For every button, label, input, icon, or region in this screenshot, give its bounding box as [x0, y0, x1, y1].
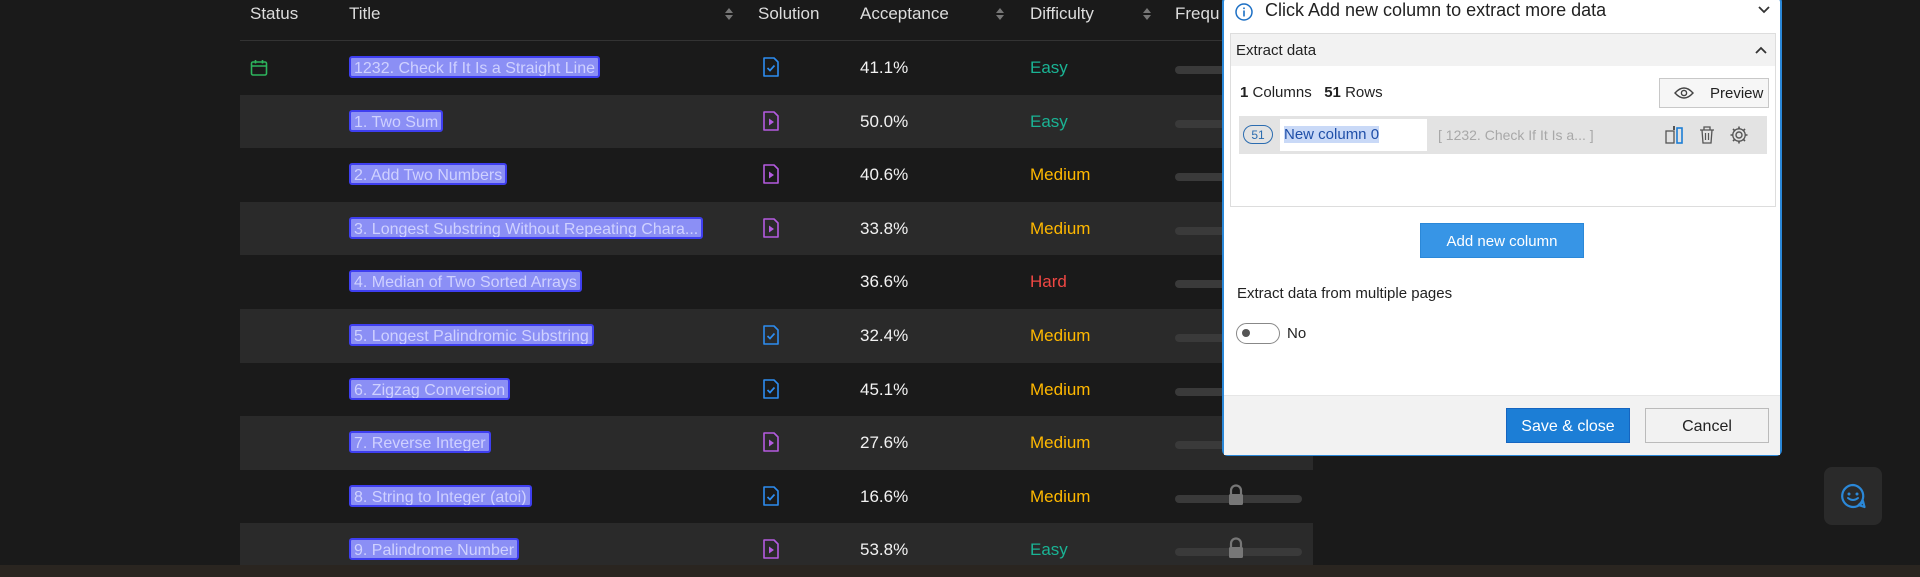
header-difficulty[interactable]: Difficulty — [1030, 4, 1094, 24]
eye-icon — [1674, 87, 1694, 99]
table-row[interactable]: 3. Longest Substring Without Repeating C… — [240, 201, 1313, 256]
video-solution-icon[interactable] — [762, 539, 780, 564]
extract-data-section: Extract data 1 Columns 51 Rows Preview 5… — [1230, 33, 1776, 207]
sort-icon[interactable] — [724, 6, 734, 22]
problem-title-link[interactable]: 6. Zigzag Conversion — [349, 377, 511, 400]
acceptance-rate: 27.6% — [860, 433, 909, 453]
problem-table: Status Title Solution Acceptance Difficu… — [240, 0, 1313, 577]
difficulty-label: Easy — [1030, 540, 1068, 560]
acceptance-rate: 50.0% — [860, 111, 909, 131]
preview-button[interactable]: Preview — [1659, 78, 1769, 108]
table-row[interactable]: 8. String to Integer (atoi) 16.6% Medium — [240, 470, 1313, 524]
acceptance-rate: 40.6% — [860, 165, 909, 185]
column-row[interactable]: 51 New column 0 [ 1232. Check If It Is a… — [1239, 116, 1767, 154]
columns-label: Columns — [1252, 84, 1312, 101]
difficulty-label: Medium — [1030, 433, 1091, 453]
problem-title-link[interactable]: 5. Longest Palindromic Substring — [349, 324, 594, 346]
lock-icon — [1226, 537, 1246, 564]
header-frequency[interactable]: Frequ — [1175, 4, 1219, 24]
acceptance-rate: 53.8% — [860, 540, 909, 560]
calendar-icon — [250, 59, 268, 82]
problem-title-link[interactable]: 4. Median of Two Sorted Arrays — [349, 270, 582, 293]
columns-count: 1 — [1240, 84, 1249, 101]
chat-button[interactable] — [1824, 467, 1882, 525]
video-solution-icon[interactable] — [762, 110, 780, 136]
add-new-column-button[interactable]: Add new column — [1420, 223, 1584, 258]
problem-title-link[interactable]: 7. Reverse Integer — [349, 431, 491, 454]
rows-count: 51 — [1324, 84, 1341, 101]
acceptance-rate: 33.8% — [860, 218, 909, 238]
problem-title-link[interactable]: 2. Add Two Numbers — [349, 163, 508, 186]
table-row[interactable]: 4. Median of Two Sorted Arrays 36.6% Hard — [240, 255, 1313, 309]
toggle-knob — [1242, 329, 1250, 337]
table-row[interactable]: 6. Zigzag Conversion 45.1% Medium — [240, 363, 1313, 417]
sort-icon[interactable] — [1142, 6, 1152, 22]
header-solution[interactable]: Solution — [758, 4, 819, 24]
video-solution-icon[interactable] — [762, 164, 780, 189]
column-count-badge: 51 — [1243, 125, 1273, 144]
article-solution-icon[interactable] — [762, 485, 780, 511]
difficulty-label: Medium — [1030, 379, 1091, 399]
column-name-input[interactable]: New column 0 — [1280, 119, 1427, 151]
table-header: Status Title Solution Acceptance Difficu… — [240, 0, 1313, 41]
info-text: Click Add new column to extract more dat… — [1265, 0, 1607, 20]
problem-title-link[interactable]: 3. Longest Substring Without Repeating C… — [349, 216, 704, 239]
save-close-button[interactable]: Save & close — [1506, 408, 1630, 443]
problem-title-link[interactable]: 1. Two Sum — [349, 109, 444, 132]
video-solution-icon[interactable] — [762, 432, 780, 457]
extract-data-dialog: Click Add new column to extract more dat… — [1222, 0, 1782, 456]
chevron-down-icon[interactable] — [1756, 2, 1772, 18]
gear-icon[interactable] — [1729, 125, 1749, 145]
trash-icon[interactable] — [1697, 125, 1717, 145]
acceptance-rate: 36.6% — [860, 272, 909, 292]
header-title[interactable]: Title — [349, 4, 381, 24]
header-acceptance[interactable]: Acceptance — [860, 4, 949, 24]
acceptance-rate: 16.6% — [860, 486, 909, 506]
difficulty-label: Easy — [1030, 58, 1068, 77]
article-solution-icon[interactable] — [762, 378, 780, 404]
section-title: Extract data — [1236, 42, 1317, 59]
multiple-pages-toggle[interactable] — [1236, 323, 1280, 344]
difficulty-label: Hard — [1030, 272, 1067, 292]
problem-title-link[interactable]: 9. Palindrome Number — [349, 538, 520, 561]
cancel-button[interactable]: Cancel — [1645, 408, 1769, 443]
table-row[interactable]: 1. Two Sum 50.0% Easy — [240, 94, 1313, 149]
sort-icon[interactable] — [995, 6, 1005, 22]
acceptance-rate: 32.4% — [860, 326, 909, 345]
video-solution-icon[interactable] — [762, 217, 780, 243]
table-row[interactable]: 1232. Check If It Is a Straight Line 41.1… — [240, 41, 1313, 95]
problem-title-link[interactable]: 1232. Check If It Is a Straight Line — [349, 56, 601, 78]
difficulty-label: Easy — [1030, 111, 1068, 131]
problem-title-link[interactable]: 8. String to Integer (atoi) — [349, 484, 532, 507]
header-status[interactable]: Status — [250, 4, 298, 24]
info-bar[interactable]: Click Add new column to extract more dat… — [1224, 0, 1780, 26]
column-select-icon[interactable] — [1664, 125, 1686, 145]
chevron-up-icon[interactable] — [1753, 42, 1769, 58]
rows-label: Rows — [1345, 84, 1383, 101]
acceptance-rate: 45.1% — [860, 379, 909, 399]
column-preview: [ 1232. Check If It Is a... ] — [1438, 127, 1594, 143]
table-row[interactable]: 7. Reverse Integer 27.6% Medium — [240, 416, 1313, 470]
dialog-footer: Save & close Cancel — [1224, 395, 1780, 455]
difficulty-label: Medium — [1030, 218, 1091, 238]
bottom-strip — [0, 565, 1920, 577]
multiple-pages-label: Extract data from multiple pages — [1237, 285, 1453, 302]
article-solution-icon[interactable] — [762, 57, 780, 82]
counts: 1 Columns 51 Rows — [1240, 84, 1383, 101]
toggle-value: No — [1287, 325, 1307, 342]
article-solution-icon[interactable] — [762, 325, 780, 350]
table-row[interactable]: 2. Add Two Numbers 40.6% Medium — [240, 148, 1313, 202]
lock-icon — [1226, 484, 1246, 511]
difficulty-label: Medium — [1030, 165, 1091, 185]
section-header[interactable]: Extract data — [1231, 34, 1775, 66]
difficulty-label: Medium — [1030, 486, 1091, 506]
chat-smile-icon — [1841, 483, 1866, 509]
acceptance-rate: 41.1% — [860, 58, 909, 77]
difficulty-label: Medium — [1030, 326, 1091, 345]
table-row[interactable]: 5. Longest Palindromic Substring 32.4% Med… — [240, 309, 1313, 363]
info-icon — [1235, 3, 1253, 21]
